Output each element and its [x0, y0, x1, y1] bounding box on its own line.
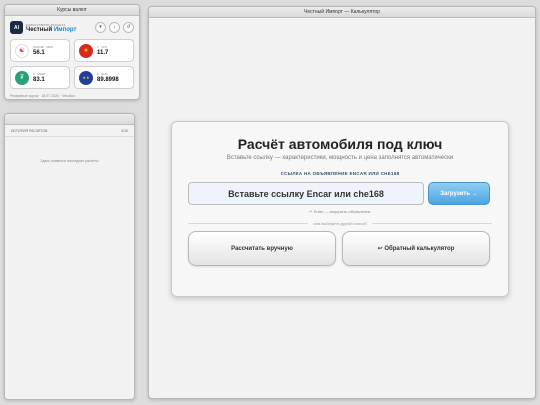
history-header: ИСТОРИЯ РАСЧЁТОВ 0/10	[5, 126, 134, 137]
refresh-button[interactable]: ↺	[123, 22, 134, 33]
rate-label: ¥ · CNY	[97, 45, 108, 49]
rates-window-title[interactable]: Курсы валют	[5, 5, 139, 16]
eur-flag-icon: ★★	[79, 70, 93, 85]
page-title: Расчёт автомобиля под ключ	[237, 136, 443, 152]
brand-text: КАЛЬКУЛЯТОР РАСЧЁТА Честный Импорт	[26, 23, 76, 33]
history-count: 0/10	[121, 129, 128, 133]
rate-grid: ☯ 1000 ₩ · KRW 56.1 ★ ¥ · CNY 11.7 ₮ ₮ ·…	[10, 39, 134, 89]
usdt-icon: ₮	[15, 70, 29, 85]
cny-flag-icon: ★	[79, 43, 93, 58]
history-window: ИСТОРИЯ РАСЧЁТОВ 0/10 Здесь появятся пос…	[4, 113, 135, 400]
reverse-calc-button[interactable]: ↩ Обратный калькулятор	[342, 231, 490, 266]
rate-label: ₮ · USDT	[33, 72, 46, 76]
rate-card-eur[interactable]: ★★ € · EUR 89.8998	[74, 66, 134, 89]
rate-card-usdt[interactable]: ₮ ₮ · USDT 83.1	[10, 66, 70, 89]
link-label: ССЫЛКА НА ОБЪЯВЛЕНИЕ ENCAR ИЛИ CHE168	[280, 171, 400, 176]
brand-name-main: Честный	[26, 26, 53, 33]
rates-body: AI КАЛЬКУЛЯТОР РАСЧЁТА Честный Импорт ▾ …	[5, 16, 139, 99]
enter-hint: ↵ Enter — загрузить объявление	[309, 209, 371, 214]
krw-flag-icon: ☯	[15, 43, 29, 58]
page-subtitle: Вставьте ссылку — характеристики, мощнос…	[226, 155, 454, 161]
history-title: ИСТОРИЯ РАСЧЁТОВ	[11, 129, 48, 133]
rate-label: 1000 ₩ · KRW	[33, 45, 53, 49]
brand-name: Честный Импорт	[26, 27, 76, 33]
download-button[interactable]: ↓	[109, 22, 120, 33]
manual-calc-button[interactable]: Рассчитать вручную	[188, 231, 336, 266]
brand-row: AI КАЛЬКУЛЯТОР РАСЧЁТА Честный Импорт ▾ …	[10, 20, 134, 35]
link-input[interactable]: Вставьте ссылку Encar или che168	[188, 182, 424, 205]
load-button[interactable]: Загрузить →	[428, 182, 490, 205]
brand-logo: AI	[10, 21, 23, 34]
rate-label: € · EUR	[97, 72, 108, 76]
rate-value: 89.8998	[97, 77, 119, 83]
rates-window: Курсы валют AI КАЛЬКУЛЯТОР РАСЧЁТА Честн…	[4, 4, 140, 100]
history-empty-text: Здесь появятся последние расчёты	[40, 159, 99, 163]
divider: или выберите другой способ	[188, 221, 492, 226]
rate-value: 11.7	[97, 50, 109, 56]
calculator-card: Расчёт автомобиля под ключ Вставьте ссыл…	[171, 121, 509, 297]
brand-name-accent: Импорт	[53, 26, 77, 33]
input-row: Вставьте ссылку Encar или che168 Загрузи…	[188, 182, 508, 205]
main-window: Честный Импорт — Калькулятор Расчёт авто…	[148, 6, 536, 399]
action-buttons: Рассчитать вручную ↩ Обратный калькулято…	[188, 231, 508, 266]
rates-actions: ▾ ↓ ↺	[95, 22, 134, 33]
rate-value: 83.1	[33, 77, 45, 83]
history-titlebar[interactable]	[5, 114, 134, 125]
rate-card-cny[interactable]: ★ ¥ · CNY 11.7	[74, 39, 134, 62]
rate-card-krw[interactable]: ☯ 1000 ₩ · KRW 56.1	[10, 39, 70, 62]
rate-value: 56.1	[33, 50, 45, 56]
main-window-title[interactable]: Честный Импорт — Калькулятор	[149, 7, 535, 18]
dropdown-button[interactable]: ▾	[95, 22, 106, 33]
divider-text: или выберите другой способ	[313, 221, 367, 226]
rates-footer: Резервные курсы · 18.07.2026 · Vesolixo	[10, 94, 76, 98]
